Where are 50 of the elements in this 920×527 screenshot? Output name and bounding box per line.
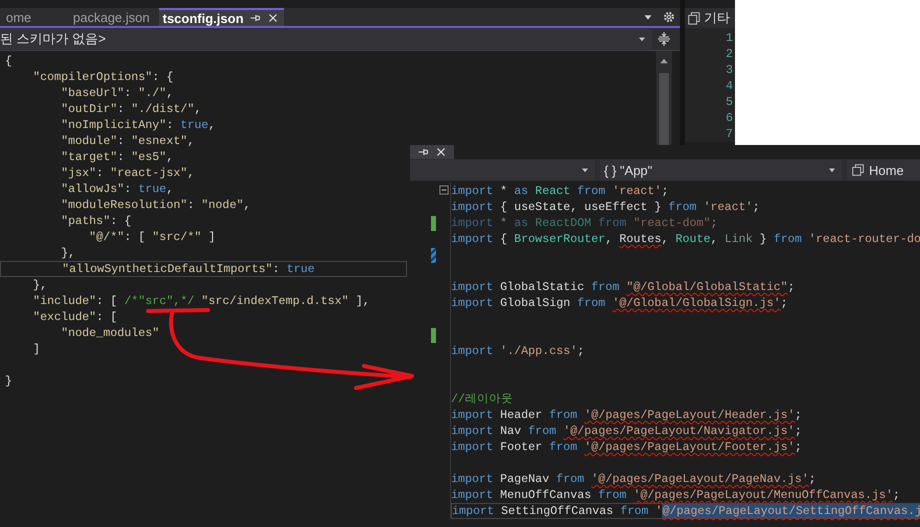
code-line: ] (32, 341, 40, 357)
line-number: 4 (724, 78, 734, 94)
windows-icon (851, 163, 865, 177)
code-line: "noImplicitAny": true, (60, 117, 216, 133)
code-line: "exclude": [ (32, 309, 118, 325)
code-line: "include": [ /*"src",*/ "src/indexTemp.d.tsx" ], (32, 293, 370, 309)
code-line: "moduleResolution": "node", (60, 197, 250, 213)
line-number: 2 (724, 46, 734, 62)
line-number: 5 (724, 94, 734, 110)
code-line: import MenuOffCanvas from '@/pages/PageLayout/MenuOffCanvas.js'; (451, 487, 900, 503)
code-line: import Footer from '@/pages/PageLayout/Footer.js'; (451, 439, 802, 455)
copy-icon (687, 11, 701, 25)
scope-dropdown[interactable]: { } "App" (600, 160, 842, 180)
code-line: "jsx": "react-jsx", (60, 165, 194, 181)
code-line: import * as ReactDOM from "react-dom"; (451, 215, 718, 231)
code-line: import * as React from 'react'; (451, 183, 668, 199)
code-line: "allowJs": true, (60, 181, 174, 197)
annotation-underline (146, 308, 210, 313)
code-line: }, (32, 277, 48, 293)
gear-icon[interactable] (662, 10, 676, 24)
code-line: "node_modules" (60, 325, 160, 341)
code-line: import Nav from '@/pages/PageLayout/Navigator.js'; (451, 423, 802, 439)
code-line: import Header from '@/pages/PageLayout/Header.js'; (451, 407, 802, 423)
code-line: "compilerOptions": { (32, 69, 174, 85)
line-number: 7 (724, 126, 734, 142)
line-number: 3 (724, 62, 734, 78)
code-line: }, (60, 245, 76, 261)
code-line: { (4, 53, 12, 69)
code-line: "paths": { (60, 213, 132, 229)
code-line: "@/*": [ "src/*" ] (88, 229, 216, 245)
schema-dropdown[interactable]: 된 스키마가 없음> (0, 29, 652, 49)
code-line: import { useState, useEffect } from 'react'; (451, 199, 760, 215)
collapse-icon[interactable] (438, 184, 450, 196)
code-line: import PageNav from '@/pages/PageLayout/PageNav.js'; (451, 471, 816, 487)
split-icon[interactable] (656, 31, 672, 47)
file-tab[interactable]: 기타 (685, 8, 735, 28)
code-line: import './App.css'; (451, 343, 584, 359)
code-line: import GlobalStatic from "@/Global/GlobalStatic"; (451, 279, 795, 295)
line-number: 1 (724, 30, 734, 46)
code-line: "module": "esnext", (60, 133, 194, 149)
code-line: "baseUrl": "./", (60, 85, 174, 101)
code-line: import GlobalSign from '@/Global/GlobalSign.js'; (451, 295, 788, 311)
member-dropdown[interactable]: Home (847, 160, 920, 180)
code-line: import { BrowserRouter, Routes, Route, Link } from 'react-router-do (451, 231, 920, 247)
line-number: 6 (724, 110, 734, 126)
code-line: //레이아웃 (451, 391, 514, 407)
code-line: "target": "es5", (60, 149, 174, 165)
code-line: "outDir": "./dist/", (60, 101, 202, 117)
code-line: } (4, 373, 12, 389)
file-tab[interactable]: tsconfig.json (158, 8, 284, 26)
